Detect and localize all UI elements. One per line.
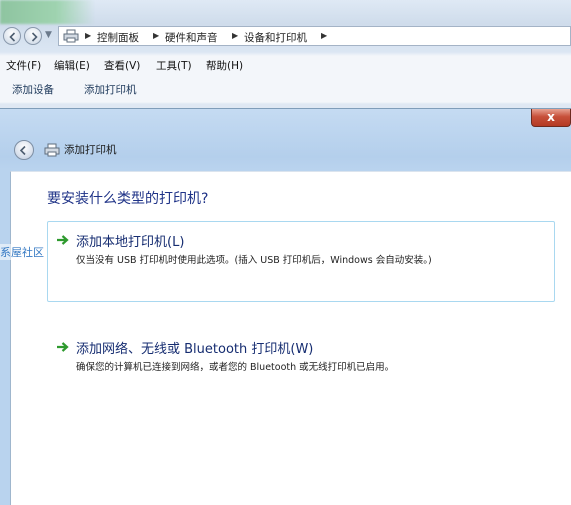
back-button[interactable] (3, 27, 21, 45)
history-dropdown-icon[interactable]: ▼ (45, 30, 52, 40)
command-toolbar: 添加设备 添加打印机 (0, 78, 571, 100)
green-arrow-icon (57, 235, 69, 245)
add-local-printer-option[interactable]: 添加本地打印机(L) 仅当没有 USB 打印机时使用此选项。(插入 USB 打印… (47, 221, 555, 302)
add-printer-dialog: x 添加打印机 要安装什么类型的打印机? 添加本地打印机(L) 仅当没有 USB… (0, 108, 571, 505)
menu-help[interactable]: 帮助(H) (206, 58, 243, 73)
menu-file[interactable]: 文件(F) (6, 58, 41, 73)
option-title: 添加网络、无线或 Bluetooth 打印机(W) (76, 342, 314, 357)
page-heading: 要安装什么类型的打印机? (47, 191, 209, 207)
breadcrumb-hardware-sound[interactable]: 硬件和声音 (165, 30, 218, 45)
option-description: 确保您的计算机已连接到网络，或者您的 Bluetooth 或无线打印机已启用。 (76, 362, 395, 373)
option-description: 仅当没有 USB 打印机时使用此选项。(插入 USB 打印机后，Windows … (76, 255, 432, 266)
window-title-blur (0, 0, 95, 24)
option-title: 添加本地打印机(L) (76, 235, 185, 250)
printer-icon (44, 143, 60, 157)
close-button[interactable]: x (531, 109, 571, 127)
dialog-title: 添加打印机 (64, 144, 117, 156)
breadcrumb-devices-printers[interactable]: 设备和打印机 (244, 30, 307, 45)
dialog-header: 添加打印机 (0, 133, 571, 163)
watermark: 系屋社区 (0, 244, 44, 260)
breadcrumb-separator-icon: ▶ (232, 31, 239, 40)
address-bar[interactable]: ▶ 控制面板 ▶ 硬件和声音 ▶ 设备和打印机 ▶ (58, 26, 571, 46)
dialog-back-button[interactable] (14, 140, 34, 160)
breadcrumb-separator-icon: ▶ (321, 31, 328, 40)
menu-view[interactable]: 查看(V) (104, 58, 140, 73)
forward-arrow-icon (31, 32, 38, 42)
navigation-bar: ▼ ▶ 控制面板 ▶ 硬件和声音 ▶ 设备和打印机 ▶ (0, 26, 571, 48)
menu-edit[interactable]: 编辑(E) (54, 58, 90, 73)
back-arrow-icon (9, 32, 16, 42)
menu-tools[interactable]: 工具(T) (156, 58, 192, 73)
dialog-content: 要安装什么类型的打印机? 添加本地打印机(L) 仅当没有 USB 打印机时使用此… (10, 171, 571, 505)
back-arrow-icon (19, 145, 26, 156)
breadcrumb-control-panel[interactable]: 控制面板 (97, 30, 139, 45)
add-device-button[interactable]: 添加设备 (12, 82, 54, 97)
breadcrumb-separator-icon: ▶ (153, 31, 160, 40)
breadcrumb-separator-icon: ▶ (85, 31, 92, 40)
green-arrow-icon (57, 342, 69, 352)
forward-button[interactable] (24, 27, 42, 45)
devices-printers-icon (63, 29, 79, 43)
menu-bar: 文件(F) 编辑(E) 查看(V) 工具(T) 帮助(H) (0, 56, 571, 74)
add-network-printer-option[interactable]: 添加网络、无线或 Bluetooth 打印机(W) 确保您的计算机已连接到网络，… (47, 328, 555, 388)
add-printer-button[interactable]: 添加打印机 (84, 82, 137, 97)
